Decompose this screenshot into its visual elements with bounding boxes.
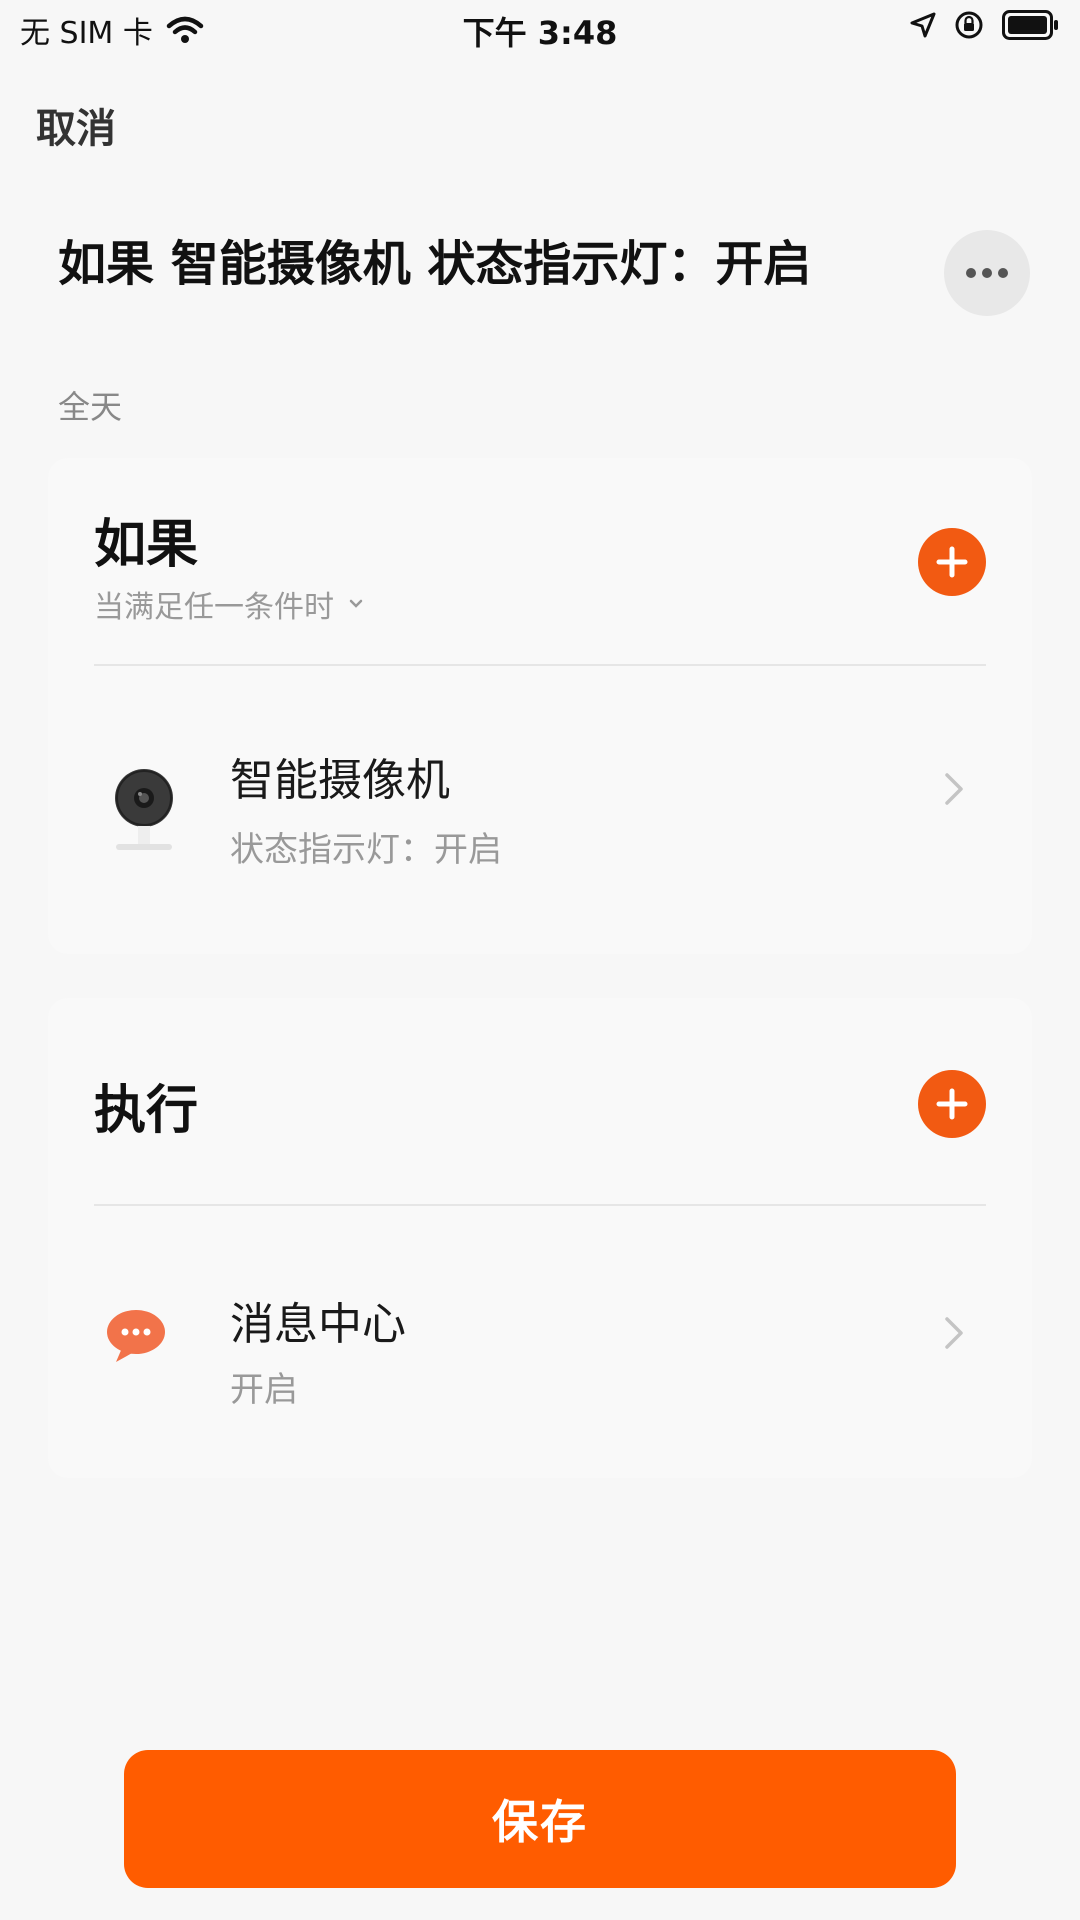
- condition-item-detail: 状态指示灯：开启: [230, 830, 502, 870]
- add-condition-button[interactable]: [918, 528, 986, 596]
- divider: [94, 1204, 986, 1206]
- status-bar: 无 SIM 卡 下午 3:48: [0, 0, 1080, 60]
- message-bubble-icon: [107, 1310, 165, 1362]
- action-section: 执行 消息中心 开启: [48, 998, 1032, 1478]
- camera-icon: [115, 769, 173, 850]
- action-item-detail: 开启: [230, 1370, 298, 1410]
- cancel-button[interactable]: 取消: [36, 96, 116, 154]
- chevron-down-icon: [349, 599, 363, 608]
- if-section: 如果 当满足任一条件时 智能摄像机 状态指示灯：开启: [48, 458, 1032, 954]
- add-action-button[interactable]: [918, 1070, 986, 1138]
- location-arrow-icon: [910, 12, 936, 38]
- schedule-subtitle[interactable]: 全天: [58, 382, 122, 428]
- battery-icon: [1002, 10, 1058, 40]
- condition-mode-dropdown[interactable]: 当满足任一条件时: [94, 582, 364, 626]
- page-title: 如果 智能摄像机 状态指示灯：开启: [58, 236, 812, 292]
- condition-mode-label: 当满足任一条件时: [94, 590, 334, 625]
- chevron-right-icon: [945, 773, 963, 805]
- plus-icon: [936, 546, 968, 578]
- orientation-lock-icon: [955, 11, 983, 39]
- condition-item-name: 智能摄像机: [230, 755, 450, 806]
- chevron-right-icon: [945, 1317, 963, 1349]
- status-bar-right: [892, 10, 1060, 40]
- action-section-title: 执行: [94, 1081, 199, 1141]
- divider: [94, 664, 986, 666]
- plus-icon: [936, 1088, 968, 1120]
- more-button[interactable]: [944, 230, 1030, 316]
- more-dots-icon: [966, 268, 1008, 278]
- save-button[interactable]: 保存: [124, 1750, 956, 1888]
- if-section-title: 如果: [94, 515, 199, 575]
- action-item-name: 消息中心: [230, 1299, 406, 1350]
